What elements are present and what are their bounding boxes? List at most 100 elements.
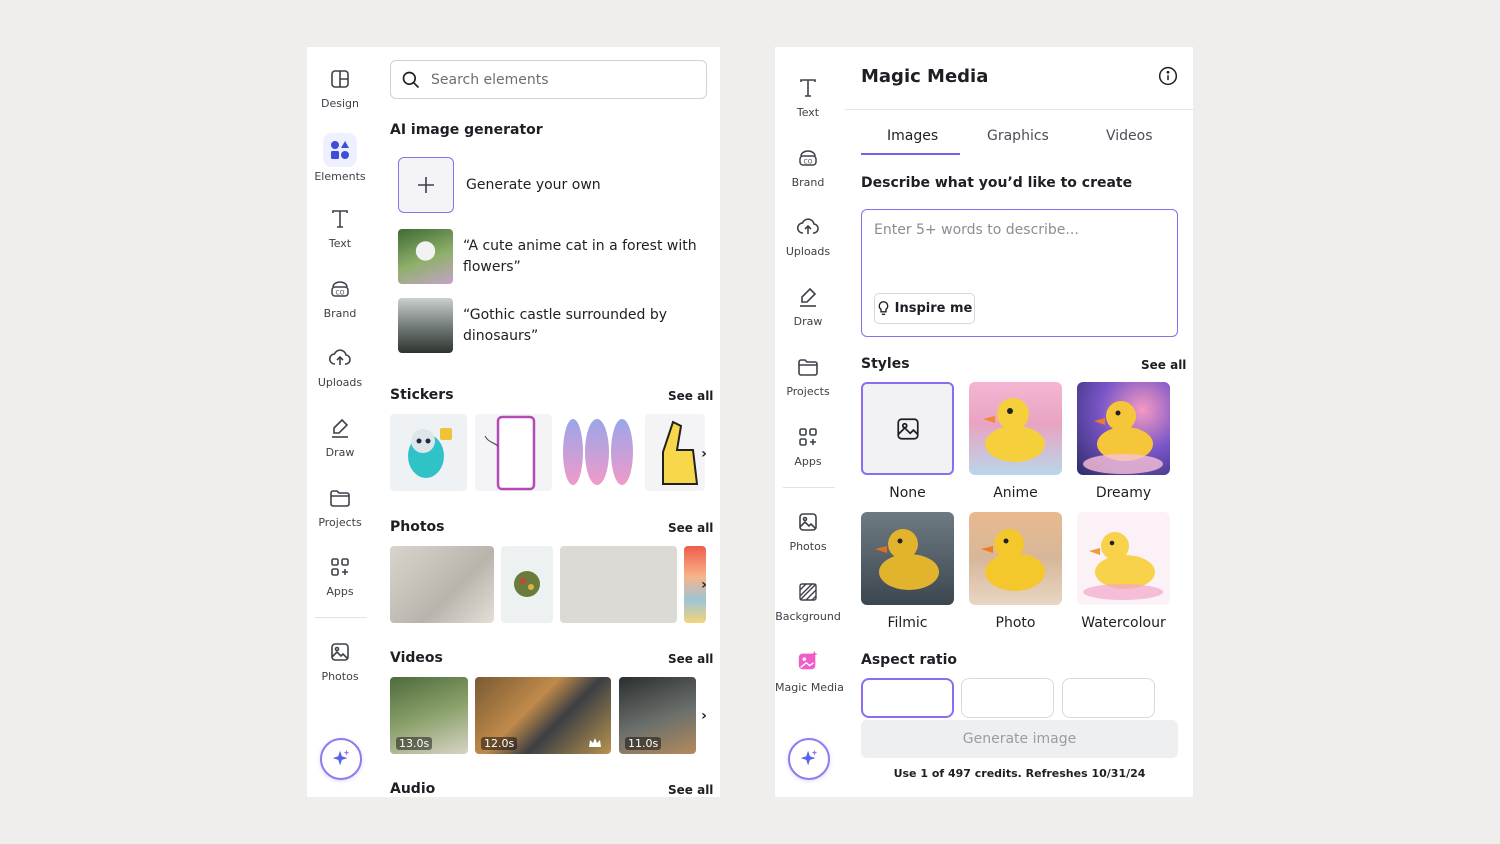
rail-label: Photos <box>789 540 827 553</box>
videos-next-arrow[interactable]: › <box>697 706 711 726</box>
style-label: None <box>889 485 926 501</box>
videos-see-all[interactable]: See all <box>668 652 713 666</box>
tab-videos[interactable]: Videos <box>1106 128 1153 144</box>
elements-icon <box>323 133 357 167</box>
photos-see-all[interactable]: See all <box>668 521 713 535</box>
rail-item-text[interactable]: Text <box>307 207 373 250</box>
rail-item-projects[interactable]: Projects <box>307 486 373 529</box>
search-input[interactable]: Search elements <box>390 60 707 99</box>
duck-image <box>981 529 1045 591</box>
rail-label: Magic Media <box>775 681 844 694</box>
video-duration: 12.0s <box>481 737 518 750</box>
stickers-see-all[interactable]: See all <box>668 389 713 403</box>
rail-item-brand[interactable]: CO Brand <box>307 277 373 320</box>
photos-icon <box>328 640 352 664</box>
rail-item-projects[interactable]: Projects <box>775 355 841 398</box>
prompt-line: dinosaurs” <box>463 327 539 344</box>
photos-next-arrow[interactable]: › <box>697 575 711 595</box>
castle-thumbnail <box>398 298 453 353</box>
inspire-me-button[interactable]: Inspire me <box>874 293 975 324</box>
photo-salad-bowl[interactable] <box>501 546 553 623</box>
photo-shadow-leaves[interactable] <box>390 546 494 623</box>
folder-icon <box>328 486 352 510</box>
rail-item-magic-media[interactable]: Magic Media <box>775 644 844 694</box>
video-laptop[interactable]: 12.0s <box>475 677 611 754</box>
info-icon[interactable] <box>1158 66 1178 86</box>
stickers-next-arrow[interactable]: › <box>697 444 711 464</box>
rail-item-uploads[interactable]: Uploads <box>307 346 373 389</box>
prompt-text: “A cute anime cat in a forest with flowe… <box>463 236 697 278</box>
rail-item-apps[interactable]: Apps <box>307 555 373 598</box>
magic-assistant-button[interactable] <box>788 738 830 780</box>
style-none-card[interactable] <box>861 382 954 475</box>
crown-icon <box>589 738 601 747</box>
search-placeholder: Search elements <box>431 71 549 88</box>
style-label: Watercolour <box>1081 615 1166 631</box>
sticker-phone[interactable] <box>475 414 552 491</box>
rail-item-text[interactable]: Text <box>775 76 841 119</box>
describe-label: Describe what you’d like to create <box>861 175 1133 191</box>
rail-item-background[interactable]: Background <box>775 580 841 623</box>
generate-your-own-label: Generate your own <box>466 177 601 193</box>
aspect-ratio-square[interactable] <box>861 678 954 718</box>
tab-graphics[interactable]: Graphics <box>987 128 1049 144</box>
prompt-suggestion-castle[interactable]: “Gothic castle surrounded by dinosaurs” <box>398 298 708 353</box>
style-anime-card[interactable] <box>969 382 1062 475</box>
rail-item-design[interactable]: Design <box>307 67 373 110</box>
sticker-robot[interactable] <box>390 414 467 491</box>
sticker-hand[interactable] <box>645 414 705 491</box>
rail-label: Draw <box>793 315 823 328</box>
styles-see-all[interactable]: See all <box>1141 358 1186 372</box>
video-child[interactable]: 13.0s <box>390 677 468 754</box>
style-watercolour-card[interactable] <box>1077 512 1170 605</box>
videos-title: Videos <box>390 650 443 666</box>
style-label: Anime <box>993 485 1038 501</box>
rail-item-brand[interactable]: CO Brand <box>775 146 841 189</box>
photo-texture[interactable] <box>560 546 677 623</box>
rail-label: Projects <box>786 385 830 398</box>
rail-item-apps[interactable]: Apps <box>775 425 841 468</box>
rail-item-elements[interactable]: Elements <box>307 133 373 183</box>
tab-images[interactable]: Images <box>887 128 938 144</box>
magic-assistant-button[interactable] <box>320 738 362 780</box>
rail-label: Draw <box>325 446 355 459</box>
rail-item-photos[interactable]: Photos <box>307 640 373 683</box>
generate-image-button[interactable]: Generate image <box>861 720 1178 758</box>
image-icon <box>896 417 919 440</box>
rail-item-photos[interactable]: Photos <box>775 510 841 553</box>
draw-icon <box>328 416 352 440</box>
brand-icon: CO <box>328 277 352 301</box>
rail-label: Brand <box>323 307 357 320</box>
background-icon <box>796 580 820 604</box>
rail-divider <box>315 617 367 618</box>
rail-label: Elements <box>314 170 366 183</box>
audio-see-all[interactable]: See all <box>668 783 713 797</box>
rail-label: Uploads <box>317 376 363 389</box>
side-rail: Text CO Brand Uploads Draw Projects Apps… <box>775 47 844 797</box>
ai-generator-title: AI image generator <box>390 122 543 138</box>
text-icon <box>328 207 352 231</box>
aspect-ratio-landscape[interactable] <box>961 678 1054 718</box>
aspect-ratio-portrait[interactable] <box>1062 678 1155 718</box>
prompt-textarea[interactable]: Enter 5+ words to describe... Inspire me <box>861 209 1178 337</box>
style-filmic-card[interactable] <box>861 512 954 605</box>
svg-text:CO: CO <box>336 290 345 297</box>
sticker-gradient-shapes[interactable] <box>560 414 637 491</box>
style-photo-card[interactable] <box>969 512 1062 605</box>
prompt-line: “A cute anime cat in a forest with <box>463 237 697 254</box>
rail-label: Background <box>775 610 841 623</box>
credits-text: Use 1 of 497 credits. Refreshes 10/31/24 <box>893 767 1146 780</box>
rail-item-uploads[interactable]: Uploads <box>775 215 841 258</box>
duck-image <box>1083 401 1163 474</box>
text-icon <box>796 76 820 100</box>
aspect-ratio-title: Aspect ratio <box>861 652 958 668</box>
rail-divider <box>783 487 835 488</box>
prompt-suggestion-cat[interactable]: “A cute anime cat in a forest with flowe… <box>398 229 708 284</box>
rail-item-draw[interactable]: Draw <box>775 285 841 328</box>
video-letter[interactable]: 11.0s <box>619 677 696 754</box>
generate-your-own-button[interactable]: Generate your own <box>398 157 698 213</box>
prompt-line: “Gothic castle surrounded by <box>463 306 668 323</box>
duck-image <box>983 398 1045 462</box>
style-dreamy-card[interactable] <box>1077 382 1170 475</box>
rail-item-draw[interactable]: Draw <box>307 416 373 459</box>
